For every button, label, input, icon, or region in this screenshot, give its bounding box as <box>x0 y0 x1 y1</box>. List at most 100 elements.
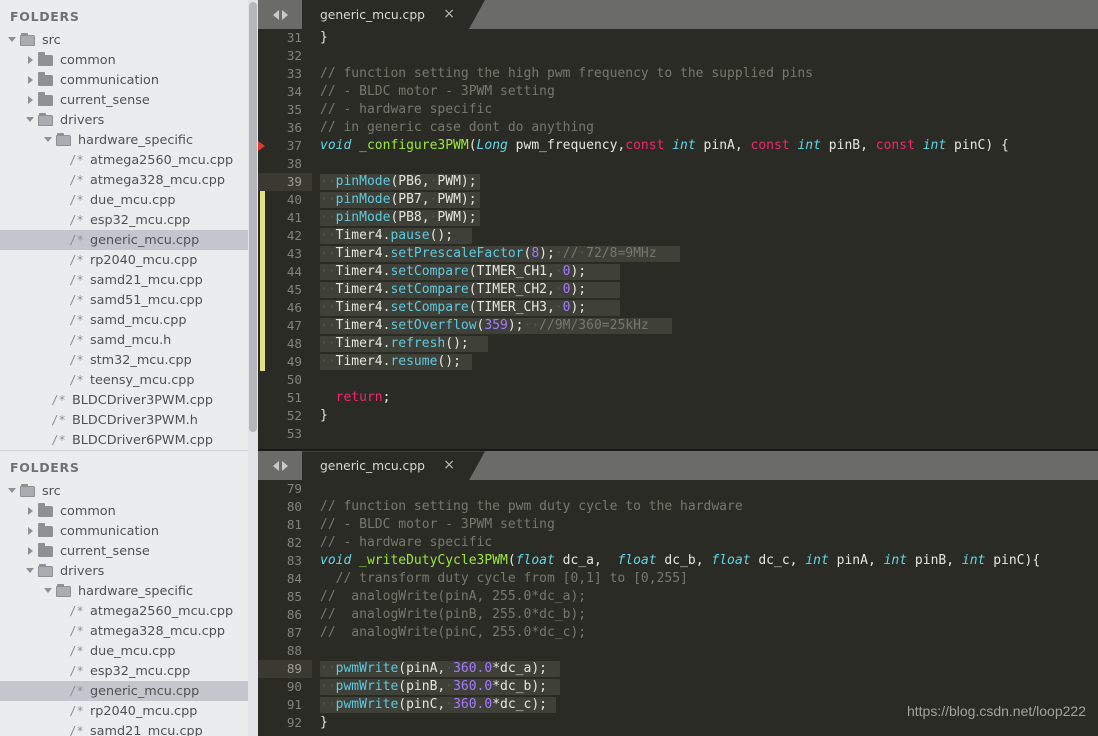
code-text[interactable] <box>312 642 1098 660</box>
code-line[interactable]: 37 void _configure3PWM(Long pwm_frequency… <box>258 137 1098 155</box>
sidebar-scrollbar-thumb[interactable] <box>249 2 257 432</box>
tree-file-samd-mcu-h[interactable]: /* samd_mcu.h <box>0 330 248 350</box>
tree-file-due-mcu-cpp[interactable]: /* due_mcu.cpp <box>0 641 248 661</box>
code-text[interactable]: // - hardware specific <box>312 101 1098 119</box>
code-text[interactable]: // transform duty cycle from [0,1] to [0… <box>312 570 1098 588</box>
tree-file-atmega2560-mcu-cpp[interactable]: /* atmega2560_mcu.cpp <box>0 601 248 621</box>
chevron-down-icon[interactable] <box>8 35 18 45</box>
code-line[interactable]: 45 ··Timer4.setCompare(TIMER_CH2,·0); <box>258 281 1098 299</box>
chevron-down-icon[interactable] <box>26 115 36 125</box>
code-text[interactable]: // function setting the pwm duty cycle t… <box>312 498 1098 516</box>
tree-file-stm32-mcu-cpp[interactable]: /* stm32_mcu.cpp <box>0 350 248 370</box>
tree-folder-communication[interactable]: communication <box>0 521 248 541</box>
tree-folder-src[interactable]: src <box>0 481 248 501</box>
code-line[interactable]: 42 ··Timer4.pause(); <box>258 227 1098 245</box>
code-line[interactable]: 33 // function setting the high pwm frequ… <box>258 65 1098 83</box>
code-line[interactable]: 41 ··pinMode(PB8,·PWM); <box>258 209 1098 227</box>
chevron-right-icon[interactable] <box>26 95 36 105</box>
code-text[interactable]: // analogWrite(pinC, 255.0*dc_c); <box>312 624 1098 642</box>
code-text[interactable]: } <box>312 407 1098 425</box>
tab-nav-arrows-bottom[interactable] <box>258 451 302 480</box>
tree-file-samd21-mcu-cpp[interactable]: /* samd21_mcu.cpp <box>0 721 248 736</box>
code-text[interactable]: ··Timer4.setCompare(TIMER_CH3,·0); <box>312 299 1098 317</box>
tree-file-generic-mcu-cpp[interactable]: /* generic_mcu.cpp <box>0 681 248 701</box>
nav-forward-icon[interactable] <box>281 9 288 20</box>
code-line[interactable]: 88 <box>258 642 1098 660</box>
code-line[interactable]: 38 <box>258 155 1098 173</box>
code-line[interactable]: 31} <box>258 29 1098 47</box>
code-text[interactable]: return; <box>312 389 1098 407</box>
code-text[interactable]: void _writeDutyCycle3PWM(float dc_a, flo… <box>312 552 1098 570</box>
code-text[interactable]: // in generic case dont do anything <box>312 119 1098 137</box>
code-line[interactable]: 90 ··pwmWrite(pinB,·360.0*dc_b); <box>258 678 1098 696</box>
tree-folder-common[interactable]: common <box>0 50 248 70</box>
code-line[interactable]: 34 // - BLDC motor - 3PWM setting <box>258 83 1098 101</box>
tree-file-atmega328-mcu-cpp[interactable]: /* atmega328_mcu.cpp <box>0 621 248 641</box>
code-line[interactable]: 50 <box>258 371 1098 389</box>
code-text[interactable]: // function setting the high pwm frequen… <box>312 65 1098 83</box>
chevron-down-icon[interactable] <box>8 486 18 496</box>
code-text[interactable]: // - BLDC motor - 3PWM setting <box>312 516 1098 534</box>
tree-file-samd21-mcu-cpp[interactable]: /* samd21_mcu.cpp <box>0 270 248 290</box>
code-text[interactable]: ··pwmWrite(pinA,·360.0*dc_a); <box>312 660 1098 678</box>
code-text[interactable] <box>312 425 1098 443</box>
tree-folder-drivers[interactable]: drivers <box>0 110 248 130</box>
code-line[interactable]: 86 // analogWrite(pinB, 255.0*dc_b); <box>258 606 1098 624</box>
code-line[interactable]: 40 ··pinMode(PB7,·PWM); <box>258 191 1098 209</box>
code-text[interactable]: // analogWrite(pinB, 255.0*dc_b); <box>312 606 1098 624</box>
tree-file-atmega2560-mcu-cpp[interactable]: /* atmega2560_mcu.cpp <box>0 150 248 170</box>
code-text[interactable]: ··Timer4.setOverflow(359);··//9M/360=25k… <box>312 317 1098 335</box>
code-text[interactable]: ··pinMode(PB8,·PWM); <box>312 209 1098 227</box>
code-text[interactable] <box>312 480 1098 498</box>
code-text[interactable] <box>312 47 1098 65</box>
code-viewport-bottom[interactable]: 79 80 // function setting the pwm duty cyc… <box>258 480 1098 733</box>
chevron-right-icon[interactable] <box>26 506 36 516</box>
nav-back-icon[interactable] <box>272 9 279 20</box>
code-text[interactable]: // analogWrite(pinA, 255.0*dc_a); <box>312 588 1098 606</box>
tab-nav-arrows-top[interactable] <box>258 0 302 29</box>
code-line[interactable]: 81 // - BLDC motor - 3PWM setting <box>258 516 1098 534</box>
tree-folder-current-sense[interactable]: current_sense <box>0 541 248 561</box>
code-text[interactable] <box>312 371 1098 389</box>
tree-folder-src[interactable]: src <box>0 30 248 50</box>
chevron-right-icon[interactable] <box>26 546 36 556</box>
code-line[interactable]: 85 // analogWrite(pinA, 255.0*dc_a); <box>258 588 1098 606</box>
code-line[interactable]: 89 ··pwmWrite(pinA,·360.0*dc_a); <box>258 660 1098 679</box>
nav-back-icon[interactable] <box>272 460 279 471</box>
code-line[interactable]: 79 <box>258 480 1098 498</box>
code-line[interactable]: 84 // transform duty cycle from [0,1] to… <box>258 570 1098 588</box>
code-line[interactable]: 32 <box>258 47 1098 65</box>
code-text[interactable]: ··pwmWrite(pinB,·360.0*dc_b); <box>312 678 1098 696</box>
code-line[interactable]: 43 ··Timer4.setPrescaleFactor(8);·//·72/8… <box>258 245 1098 263</box>
tree-file-teensy-mcu-cpp[interactable]: /* teensy_mcu.cpp <box>0 370 248 390</box>
code-line[interactable]: 82 // - hardware specific <box>258 534 1098 552</box>
tree-file-esp32-mcu-cpp[interactable]: /* esp32_mcu.cpp <box>0 210 248 230</box>
code-line[interactable]: 39 ··pinMode(PB6,·PWM); <box>258 173 1098 191</box>
sidebar-scrollbar[interactable] <box>248 0 258 736</box>
chevron-right-icon[interactable] <box>26 55 36 65</box>
tree-file-bldcdriver3pwm-h[interactable]: /* BLDCDriver3PWM.h <box>0 410 248 430</box>
code-text[interactable]: ··Timer4.setCompare(TIMER_CH1,·0); <box>312 263 1098 281</box>
tree-file-due-mcu-cpp[interactable]: /* due_mcu.cpp <box>0 190 248 210</box>
tree-folder-drivers[interactable]: drivers <box>0 561 248 581</box>
tree-file-bldcdriver6pwm-cpp[interactable]: /* BLDCDriver6PWM.cpp <box>0 430 248 450</box>
code-text[interactable]: // - hardware specific <box>312 534 1098 552</box>
code-text[interactable] <box>312 155 1098 173</box>
code-text[interactable]: void _configure3PWM(Long pwm_frequency,c… <box>312 137 1098 155</box>
code-text[interactable]: } <box>312 29 1098 47</box>
code-line[interactable]: 48 ··Timer4.refresh(); <box>258 335 1098 353</box>
code-line[interactable]: 36 // in generic case dont do anything <box>258 119 1098 137</box>
code-line[interactable]: 53 <box>258 425 1098 443</box>
tree-folder-hardware-specific[interactable]: hardware_specific <box>0 130 248 150</box>
code-line[interactable]: 44 ··Timer4.setCompare(TIMER_CH1,·0); <box>258 263 1098 281</box>
code-line[interactable]: 49 ··Timer4.resume(); <box>258 353 1098 371</box>
code-line[interactable]: 87 // analogWrite(pinC, 255.0*dc_c); <box>258 624 1098 642</box>
code-text[interactable]: ··pinMode(PB6,·PWM); <box>312 173 1098 191</box>
tree-file-samd-mcu-cpp[interactable]: /* samd_mcu.cpp <box>0 310 248 330</box>
tree-file-rp2040-mcu-cpp[interactable]: /* rp2040_mcu.cpp <box>0 250 248 270</box>
tree-file-atmega328-mcu-cpp[interactable]: /* atmega328_mcu.cpp <box>0 170 248 190</box>
tree-folder-communication[interactable]: communication <box>0 70 248 90</box>
tree-file-esp32-mcu-cpp[interactable]: /* esp32_mcu.cpp <box>0 661 248 681</box>
chevron-down-icon[interactable] <box>44 586 54 596</box>
code-line[interactable]: 51 return; <box>258 389 1098 407</box>
